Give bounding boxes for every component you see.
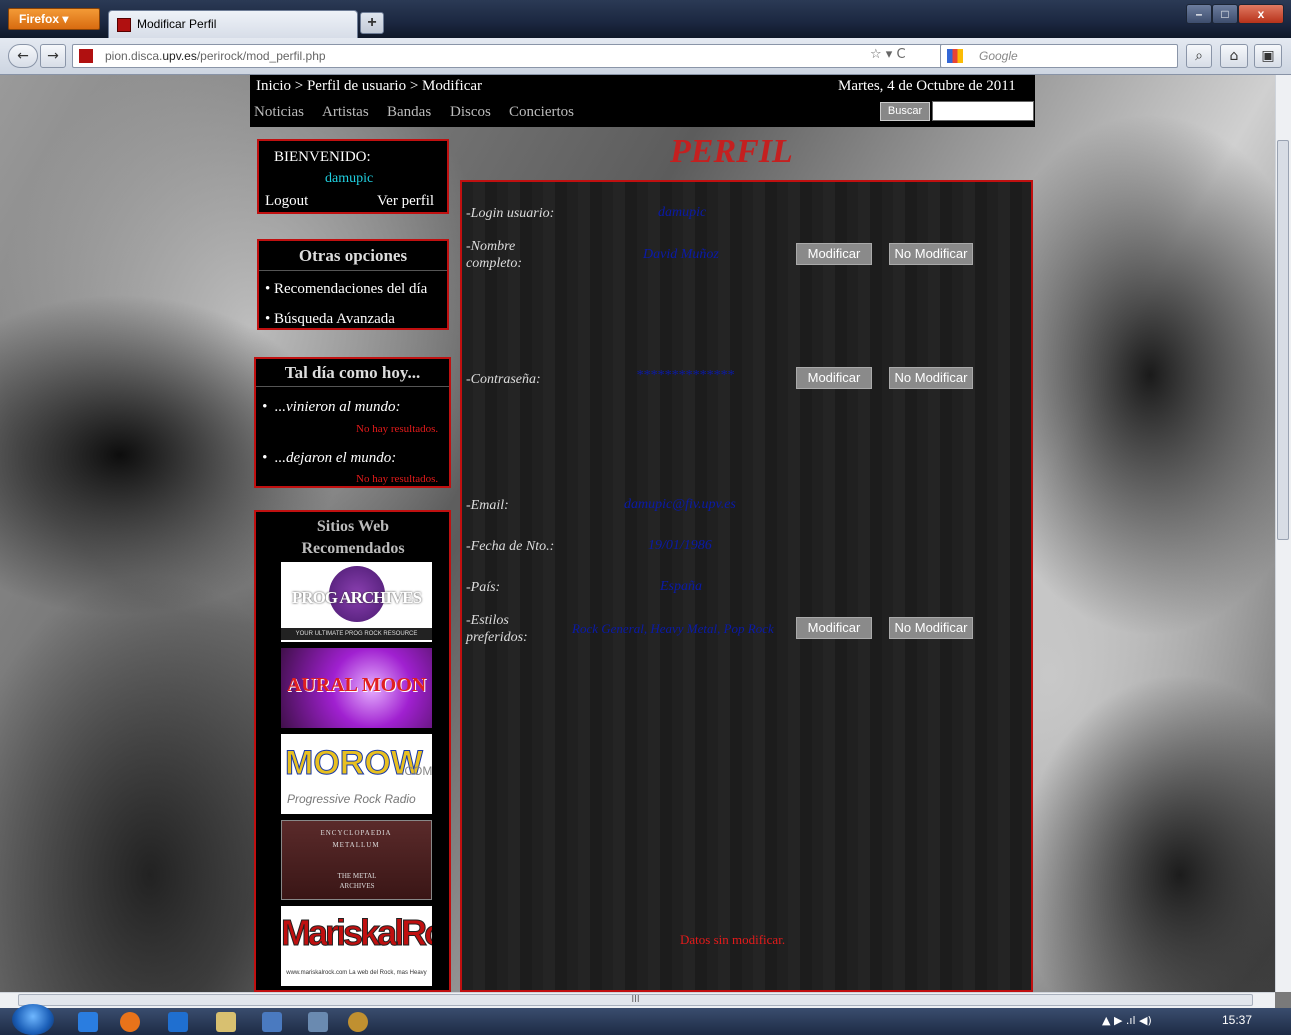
on-this-day-box: Tal día como hoy... • ...vinieron al mun… [254,357,451,488]
banner-metal-archives[interactable]: ENCYCLOPAEDIA METALLUM THE METAL ARCHIVE… [281,820,432,900]
styles-value: Rock General, Heavy Metal, Pop Rock [572,621,774,636]
banner-prog-archives[interactable]: PROG ARCHIVES YOUR ULTIMATE PROG ROCK RE… [281,562,432,642]
paint-icon[interactable] [308,1012,328,1032]
firefox-menu-button[interactable]: Firefox ▾ [8,8,100,30]
banner-aural-moon[interactable]: AURAL MOON [281,648,432,728]
maximize-button[interactable]: □ [1212,4,1238,24]
start-button-icon[interactable] [12,1004,54,1035]
born-no-results: No hay resultados. [356,423,439,435]
other-options-header: Otras opciones [259,241,447,271]
site-identity-icon [79,49,93,63]
logout-link[interactable]: Logout [265,193,308,210]
taskbar [0,1008,1291,1035]
banner-subtitle: THE METAL ARCHIVES [337,872,377,890]
recommended-sites-box: Sitios Web Recomendados PROG ARCHIVES YO… [254,510,451,992]
birthdate-value: 19/01/1986 [648,538,712,553]
styles-label: -Estilos preferidos: [466,613,528,645]
status-message: Datos sin modificar. [680,932,786,947]
birthdate-label: -Fecha de Nto.: [466,539,555,554]
view-profile-link[interactable]: Ver perfil [377,193,434,210]
media-player-icon[interactable] [168,1012,188,1032]
password-label: -Contraseña: [466,372,541,387]
menu-discos[interactable]: Discos [450,104,491,121]
styles-no-modify-button[interactable]: No Modificar [889,617,973,639]
bookmark-star-icon[interactable]: ☆ ▾ C [870,47,906,62]
fullname-no-modify-button[interactable]: No Modificar [889,243,973,265]
other-options-box: Otras opciones • Recomendaciones del día… [257,239,449,330]
password-no-modify-button[interactable]: No Modificar [889,367,973,389]
search-placeholder: Google [979,49,1018,63]
menu-noticias[interactable]: Noticias [254,104,304,121]
url-text: pion.disca.upv.es/perirock/mod_perfil.ph… [105,49,326,63]
menu-conciertos[interactable]: Conciertos [509,104,574,121]
profile-panel [460,180,1033,992]
current-date: Martes, 4 de Octubre de 2011 [838,78,1016,94]
banner-suffix: .COM [401,764,432,778]
breadcrumb[interactable]: Inicio > Perfil de usuario > Modificar [256,78,482,95]
option-label: Recomendaciones del día [274,281,428,297]
option-advanced-search[interactable]: • Búsqueda Avanzada [265,311,395,328]
fullname-value: David Muñoz [643,247,719,262]
vertical-scroll-thumb[interactable] [1277,140,1289,540]
born-heading: • ...vinieron al mundo: [262,399,401,415]
banner-title: ENCYCLOPAEDIA METALLUM [320,829,392,849]
welcome-title: BIENVENIDO: [274,149,371,165]
search-bar[interactable]: Google [940,44,1178,68]
horizontal-scroll-thumb[interactable]: III [18,994,1253,1006]
styles-modify-button[interactable]: Modificar [796,617,872,639]
email-label: -Email: [466,498,509,513]
home-button[interactable]: ⌂ [1220,44,1248,68]
new-tab-button[interactable]: + [360,12,384,34]
forward-button[interactable]: → [40,44,66,68]
banner-subtitle: YOUR ULTIMATE PROG ROCK RESOURCE [281,628,432,640]
winamp-icon[interactable] [348,1012,368,1032]
banner-subtitle: www.mariskalrock.com La web del Rock, ma… [286,970,427,976]
banner-subtitle: Progressive Rock Radio [287,792,416,806]
close-window-button[interactable]: x [1238,4,1284,24]
search-go-icon[interactable]: ⌕ [1186,44,1212,68]
login-value: damupic [658,205,707,220]
banner-title: AURAL MOON [286,674,427,696]
fullname-label: -Nombre completo: [466,239,522,271]
password-value: ************** [636,368,734,383]
option-recommendations[interactable]: • Recomendaciones del día [265,281,427,298]
menu-bandas[interactable]: Bandas [387,104,431,121]
explorer-icon[interactable] [216,1012,236,1032]
site-favicon-icon [117,18,131,32]
search-input[interactable] [932,101,1034,121]
clock[interactable]: 15:37 [1222,1013,1252,1027]
other-options-title: Otras opciones [298,246,408,265]
died-heading: • ...dejaron el mundo: [262,450,397,466]
tab-modificar-perfil[interactable]: Modificar Perfil [108,10,358,38]
back-button[interactable]: ← [8,44,38,68]
minimize-button[interactable]: – [1186,4,1212,24]
on-this-day-header: Tal día como hoy... [256,359,449,387]
banner-mariskal-rock[interactable]: MariskalRock www.mariskalrock.com La web… [281,906,432,986]
password-modify-button[interactable]: Modificar [796,367,872,389]
banner-morow[interactable]: MOROW .COM Progressive Rock Radio [281,734,432,814]
country-value: España [660,579,702,594]
fullname-modify-button[interactable]: Modificar [796,243,872,265]
on-this-day-title: Tal día como hoy... [284,363,421,382]
banner-title: PROG ARCHIVES [291,588,422,607]
option-label: Búsqueda Avanzada [274,311,395,327]
died-no-results: No hay resultados. [356,473,439,485]
tab-title: Modificar Perfil [137,17,217,31]
search-button[interactable]: Buscar [880,102,930,121]
country-label: -País: [466,580,501,595]
menu-artistas[interactable]: Artistas [322,104,369,121]
email-value: damupic@fiv.upv.es [624,497,736,512]
addons-button[interactable]: ▣ [1254,44,1282,68]
system-tray-icons[interactable]: ▲ ▶ .ıl ◀) [1102,1014,1152,1027]
username: damupic [325,171,374,186]
app-icon[interactable] [262,1012,282,1032]
banner-title: MariskalRock [281,912,432,954]
ie-icon[interactable] [78,1012,98,1032]
firefox-icon[interactable] [120,1012,140,1032]
welcome-box: BIENVENIDO: damupic Logout Ver perfil [257,139,449,214]
page-title: PERFIL [670,133,793,170]
google-icon [947,49,963,63]
recommended-sites-title: Sitios Web Recomendados [301,518,405,557]
login-label: -Login usuario: [466,206,555,221]
